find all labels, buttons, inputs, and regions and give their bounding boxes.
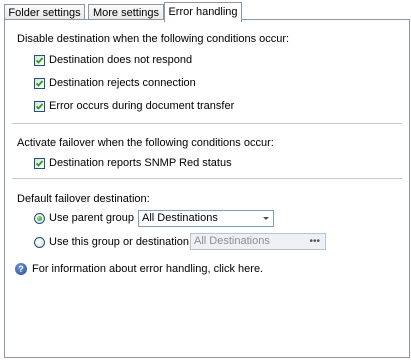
- chevron-down-icon: [263, 217, 269, 220]
- checkbox-label: Error occurs during document transfer: [49, 100, 235, 112]
- dropdown-value: All Destinations: [142, 212, 218, 224]
- failover-section-title: Activate failover when the following con…: [17, 137, 274, 149]
- checkbox-row-transfer-error[interactable]: Error occurs during document transfer: [34, 99, 234, 113]
- checkbox[interactable]: [34, 157, 45, 169]
- help-icon[interactable]: ?: [15, 263, 27, 275]
- checkbox-label: Destination does not respond: [49, 54, 193, 66]
- check-mark-icon: [35, 79, 44, 87]
- checkbox-row-no-respond[interactable]: Destination does not respond: [34, 53, 192, 67]
- checkbox[interactable]: [34, 100, 45, 112]
- default-failover-title: Default failover destination:: [17, 193, 150, 205]
- help-link-text[interactable]: For information about error handling, cl…: [32, 263, 263, 275]
- checkbox[interactable]: [34, 54, 45, 66]
- radio-button[interactable]: [34, 236, 45, 248]
- group-destination-picker[interactable]: All Destinations •••: [190, 233, 326, 250]
- checkbox-row-snmp-red[interactable]: Destination reports SNMP Red status: [34, 156, 232, 170]
- checkbox-label: Destination rejects connection: [49, 77, 196, 89]
- section-divider: [12, 178, 402, 180]
- picker-value: All Destinations: [194, 235, 270, 247]
- help-link-row[interactable]: ? For information about error handling, …: [15, 262, 263, 276]
- tab-error-handling[interactable]: Error handling: [164, 2, 242, 22]
- check-mark-icon: [35, 159, 44, 167]
- browse-dots-icon[interactable]: •••: [309, 234, 320, 249]
- radio-button[interactable]: [34, 212, 45, 224]
- check-mark-icon: [35, 56, 44, 64]
- tab-label: More settings: [92, 7, 160, 19]
- radio-row-use-this[interactable]: Use this group or destination: [34, 235, 189, 249]
- radio-label: Use this group or destination: [49, 236, 190, 248]
- checkbox[interactable]: [34, 77, 45, 89]
- radio-label: Use parent group: [49, 212, 134, 224]
- radio-row-use-parent[interactable]: Use parent group: [34, 211, 134, 225]
- checkbox-label: Destination reports SNMP Red status: [49, 157, 232, 169]
- tab-label: Folder settings: [8, 7, 81, 19]
- error-handling-panel: Disable destination when the following c…: [4, 19, 410, 358]
- checkbox-row-rejects-connection[interactable]: Destination rejects connection: [34, 76, 196, 90]
- disable-section-title: Disable destination when the following c…: [17, 33, 290, 45]
- section-divider: [12, 123, 402, 125]
- check-mark-icon: [35, 102, 44, 110]
- tab-label: Error handling: [168, 6, 238, 18]
- parent-group-dropdown[interactable]: All Destinations: [138, 210, 274, 227]
